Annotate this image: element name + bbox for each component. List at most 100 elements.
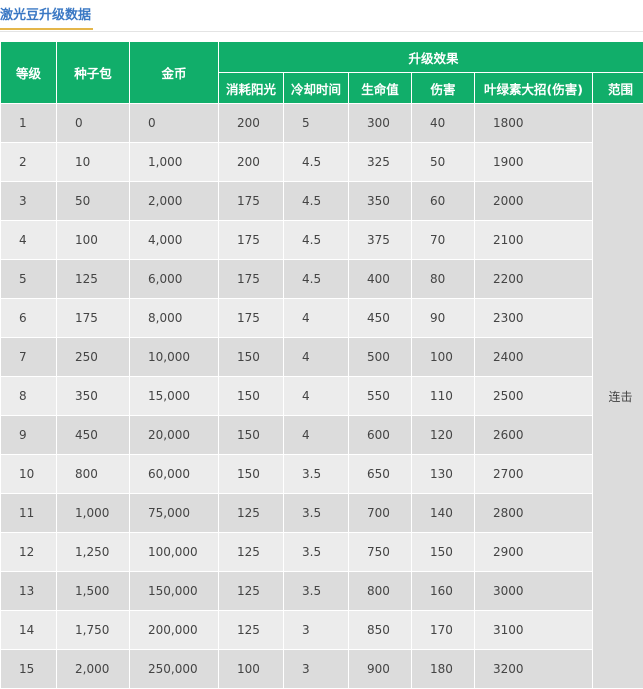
- sun-cost-cell: 150: [218, 376, 284, 416]
- health-cell: 750: [348, 532, 412, 572]
- sun-cost-cell: 150: [218, 454, 284, 494]
- damage-cell: 110: [411, 376, 475, 416]
- plant-food-cell: 3100: [474, 610, 593, 650]
- level-cell: 13: [0, 571, 57, 611]
- coins-cell: 20,000: [129, 415, 219, 455]
- seed-pack-cell: 1,750: [56, 610, 130, 650]
- cooldown-cell: 4.5: [283, 142, 349, 182]
- level-cell: 3: [0, 181, 57, 221]
- damage-cell: 120: [411, 415, 475, 455]
- sun-cost-cell: 150: [218, 337, 284, 377]
- health-cell: 600: [348, 415, 412, 455]
- header-health: 生命值: [348, 72, 412, 104]
- health-cell: 325: [348, 142, 412, 182]
- damage-cell: 150: [411, 532, 475, 572]
- cooldown-cell: 4: [283, 415, 349, 455]
- header-level: 等级: [0, 41, 57, 104]
- sun-cost-cell: 175: [218, 220, 284, 260]
- sun-cost-cell: 175: [218, 181, 284, 221]
- health-cell: 500: [348, 337, 412, 377]
- coins-cell: 15,000: [129, 376, 219, 416]
- sun-cost-cell: 125: [218, 610, 284, 650]
- cooldown-cell: 3: [283, 649, 349, 689]
- table-row: 7 250 10,000 150 4 500 100 2400: [0, 337, 643, 377]
- level-cell: 7: [0, 337, 57, 377]
- table-row: 9 450 20,000 150 4 600 120 2600: [0, 415, 643, 455]
- table-row: 6 175 8,000 175 4 450 90 2300: [0, 298, 643, 338]
- coins-cell: 250,000: [129, 649, 219, 689]
- seed-pack-cell: 450: [56, 415, 130, 455]
- sun-cost-cell: 200: [218, 142, 284, 182]
- table-row: 8 350 15,000 150 4 550 110 2500: [0, 376, 643, 416]
- level-cell: 9: [0, 415, 57, 455]
- table-row: 3 50 2,000 175 4.5 350 60 2000: [0, 181, 643, 221]
- cooldown-cell: 3: [283, 610, 349, 650]
- coins-cell: 200,000: [129, 610, 219, 650]
- plant-food-cell: 2100: [474, 220, 593, 260]
- seed-pack-cell: 250: [56, 337, 130, 377]
- damage-cell: 50: [411, 142, 475, 182]
- header-plant-food: 叶绿素大招(伤害): [474, 72, 593, 104]
- seed-pack-cell: 50: [56, 181, 130, 221]
- cooldown-cell: 3.5: [283, 532, 349, 572]
- coins-cell: 75,000: [129, 493, 219, 533]
- header-row-top: 等级 种子包 金币 升级效果: [0, 41, 643, 104]
- level-cell: 12: [0, 532, 57, 572]
- sun-cost-cell: 125: [218, 493, 284, 533]
- plant-food-cell: 1900: [474, 142, 593, 182]
- plant-food-cell: 1800: [474, 103, 593, 143]
- level-cell: 15: [0, 649, 57, 689]
- health-cell: 850: [348, 610, 412, 650]
- sun-cost-cell: 125: [218, 532, 284, 572]
- level-cell: 4: [0, 220, 57, 260]
- coins-cell: 0: [129, 103, 219, 143]
- plant-food-cell: 3000: [474, 571, 593, 611]
- damage-cell: 80: [411, 259, 475, 299]
- level-cell: 6: [0, 298, 57, 338]
- damage-cell: 100: [411, 337, 475, 377]
- sun-cost-cell: 175: [218, 298, 284, 338]
- page-title: 激光豆升级数据: [0, 6, 94, 30]
- plant-food-cell: 3200: [474, 649, 593, 689]
- seed-pack-cell: 800: [56, 454, 130, 494]
- cooldown-cell: 4.5: [283, 220, 349, 260]
- header-damage: 伤害: [411, 72, 475, 104]
- cooldown-cell: 3.5: [283, 571, 349, 611]
- plant-food-cell: 2600: [474, 415, 593, 455]
- table-row: 1 0 0 200 5 300 40 1800 连击: [0, 103, 643, 689]
- seed-pack-cell: 2,000: [56, 649, 130, 689]
- seed-pack-cell: 1,500: [56, 571, 130, 611]
- level-cell: 10: [0, 454, 57, 494]
- level-cell: 1: [0, 103, 57, 143]
- health-cell: 300: [348, 103, 412, 143]
- health-cell: 550: [348, 376, 412, 416]
- health-cell: 375: [348, 220, 412, 260]
- table-row: 4 100 4,000 175 4.5 375 70 2100: [0, 220, 643, 260]
- damage-cell: 180: [411, 649, 475, 689]
- damage-cell: 60: [411, 181, 475, 221]
- table-row: 2 10 1,000 200 4.5 325 50 1900: [0, 142, 643, 182]
- seed-pack-cell: 125: [56, 259, 130, 299]
- level-cell: 11: [0, 493, 57, 533]
- health-cell: 650: [348, 454, 412, 494]
- table-body: 1 0 0 200 5 300 40 1800 连击 2 10 1,000 200 4.5 325 50 190…: [0, 103, 643, 689]
- damage-cell: 160: [411, 571, 475, 611]
- health-cell: 700: [348, 493, 412, 533]
- table-row: 12 1,250 100,000 125 3.5 750 150 2900: [0, 532, 643, 572]
- coins-cell: 6,000: [129, 259, 219, 299]
- health-cell: 900: [348, 649, 412, 689]
- cooldown-cell: 5: [283, 103, 349, 143]
- coins-cell: 10,000: [129, 337, 219, 377]
- damage-cell: 140: [411, 493, 475, 533]
- cooldown-cell: 3.5: [283, 493, 349, 533]
- table-row: 15 2,000 250,000 100 3 900 180 3200: [0, 649, 643, 689]
- cooldown-cell: 4: [283, 376, 349, 416]
- seed-pack-cell: 175: [56, 298, 130, 338]
- table-row: 10 800 60,000 150 3.5 650 130 2700: [0, 454, 643, 494]
- plant-food-cell: 2200: [474, 259, 593, 299]
- header-seed-pack: 种子包: [56, 41, 130, 104]
- header-sun-cost: 消耗阳光: [218, 72, 284, 104]
- range-cell: 连击: [591, 103, 643, 689]
- header-coins: 金币: [129, 41, 219, 104]
- cooldown-cell: 4.5: [283, 181, 349, 221]
